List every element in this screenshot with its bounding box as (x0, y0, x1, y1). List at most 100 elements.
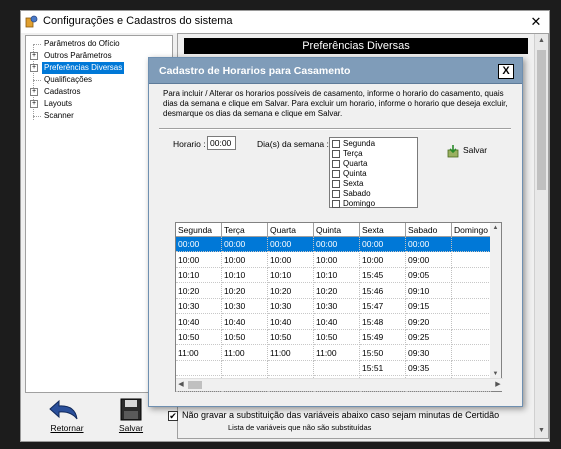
scroll-up-icon[interactable]: ▲ (535, 34, 548, 48)
checkbox[interactable] (332, 180, 340, 188)
checkbox[interactable] (332, 150, 340, 158)
table-cell[interactable] (452, 299, 491, 314)
table-row[interactable]: 10:20 10:20 10:20 10:20 15:46 09:10 (176, 283, 491, 299)
grid-column-header[interactable]: Sabado (406, 223, 452, 237)
table-cell[interactable]: 00:00 (222, 237, 268, 252)
table-cell[interactable]: 10:20 (314, 283, 360, 299)
grid-horizontal-scrollbar[interactable]: ◀ ▶ (176, 378, 503, 391)
table-cell[interactable]: 09:25 (406, 330, 452, 345)
table-cell[interactable]: 11:00 (176, 345, 222, 361)
table-cell[interactable]: 10:20 (268, 283, 314, 299)
table-row[interactable]: 10:40 10:40 10:40 10:40 15:48 09:20 (176, 314, 491, 330)
grid-vertical-scrollbar[interactable]: ▲ ▼ (490, 223, 501, 379)
table-row[interactable]: 00:00 00:00 00:00 00:00 00:00 00:00 (176, 237, 491, 252)
table-cell[interactable]: 10:00 (360, 252, 406, 268)
table-cell[interactable] (452, 237, 491, 252)
table-cell[interactable]: 10:30 (314, 299, 360, 314)
table-cell[interactable]: 10:50 (314, 330, 360, 345)
table-cell[interactable]: 10:40 (268, 314, 314, 330)
table-cell[interactable]: 11:00 (222, 345, 268, 361)
table-cell[interactable]: 09:05 (406, 268, 452, 283)
table-cell[interactable] (452, 252, 491, 268)
grid-column-header[interactable]: Domingo (452, 223, 491, 237)
table-cell[interactable]: 10:30 (176, 299, 222, 314)
table-cell[interactable]: 10:10 (314, 268, 360, 283)
retornar-button[interactable]: Retornar (47, 397, 87, 437)
table-cell[interactable] (452, 345, 491, 361)
table-cell[interactable]: 15:47 (360, 299, 406, 314)
table-cell[interactable]: 00:00 (360, 237, 406, 252)
table-cell[interactable]: 10:00 (314, 252, 360, 268)
table-cell[interactable]: 15:46 (360, 283, 406, 299)
horario-input[interactable]: 00:00 (207, 136, 236, 150)
table-cell[interactable]: 00:00 (268, 237, 314, 252)
grid-column-header[interactable]: Sexta (360, 223, 406, 237)
table-cell[interactable]: 10:00 (176, 252, 222, 268)
table-cell[interactable]: 15:45 (360, 268, 406, 283)
grid-column-header[interactable]: Segunda (176, 223, 222, 237)
table-row[interactable]: 10:50 10:50 10:50 10:50 15:49 09:25 (176, 330, 491, 345)
table-cell[interactable]: 15:51 (360, 361, 406, 376)
table-cell[interactable]: 10:50 (176, 330, 222, 345)
expand-icon[interactable]: + (30, 100, 38, 108)
table-cell[interactable] (268, 361, 314, 376)
table-cell[interactable] (222, 361, 268, 376)
table-row[interactable]: 10:00 10:00 10:00 10:00 10:00 09:00 (176, 252, 491, 268)
grid-column-header[interactable]: Quinta (314, 223, 360, 237)
table-cell[interactable]: 09:10 (406, 283, 452, 299)
scroll-down-icon[interactable]: ▼ (535, 424, 548, 438)
table-cell[interactable]: 10:00 (268, 252, 314, 268)
table-cell[interactable]: 09:30 (406, 345, 452, 361)
table-cell[interactable]: 15:48 (360, 314, 406, 330)
expand-icon[interactable]: + (30, 52, 38, 60)
table-row[interactable]: 11:00 11:00 11:00 11:00 15:50 09:30 (176, 345, 491, 361)
table-cell[interactable]: 15:50 (360, 345, 406, 361)
scroll-up-icon[interactable]: ▲ (490, 223, 501, 233)
table-cell[interactable]: 00:00 (176, 237, 222, 252)
table-cell[interactable]: 10:30 (222, 299, 268, 314)
panel-scrollbar[interactable]: ▲ ▼ (534, 34, 548, 438)
grid-column-header[interactable]: Quarta (268, 223, 314, 237)
table-cell[interactable] (452, 330, 491, 345)
window-close-button[interactable]: ✕ (527, 13, 545, 31)
table-cell[interactable] (176, 361, 222, 376)
salvar-button[interactable]: Salvar (111, 397, 151, 437)
checkbox[interactable] (332, 160, 340, 168)
checkmark-icon[interactable]: ✔ (168, 411, 178, 421)
table-cell[interactable]: 10:50 (222, 330, 268, 345)
checkbox[interactable] (332, 190, 340, 198)
table-cell[interactable]: 10:10 (268, 268, 314, 283)
table-row[interactable]: 10:30 10:30 10:30 10:30 15:47 09:15 (176, 299, 491, 314)
table-cell[interactable] (452, 268, 491, 283)
expand-icon[interactable]: + (30, 64, 38, 72)
table-cell[interactable]: 10:50 (268, 330, 314, 345)
table-cell[interactable]: 10:10 (176, 268, 222, 283)
table-cell[interactable]: 09:20 (406, 314, 452, 330)
checkbox[interactable] (332, 140, 340, 148)
table-row[interactable]: 10:10 10:10 10:10 10:10 15:45 09:05 (176, 268, 491, 283)
table-cell[interactable]: 10:40 (314, 314, 360, 330)
table-cell[interactable] (452, 361, 491, 376)
grid-column-header[interactable]: Terça (222, 223, 268, 237)
table-cell[interactable]: 00:00 (314, 237, 360, 252)
checkbox[interactable] (332, 170, 340, 178)
scroll-thumb[interactable] (188, 381, 202, 389)
table-cell[interactable]: 00:00 (406, 237, 452, 252)
dialog-save-button[interactable]: Salvar (447, 144, 493, 158)
table-cell[interactable] (452, 283, 491, 299)
scroll-right-icon[interactable]: ▶ (493, 379, 503, 391)
table-cell[interactable]: 10:10 (222, 268, 268, 283)
table-cell[interactable]: 11:00 (314, 345, 360, 361)
table-cell[interactable]: 10:40 (222, 314, 268, 330)
table-cell[interactable]: 09:15 (406, 299, 452, 314)
table-cell[interactable]: 10:40 (176, 314, 222, 330)
scroll-thumb[interactable] (537, 50, 546, 190)
scroll-left-icon[interactable]: ◀ (176, 379, 186, 391)
table-cell[interactable] (452, 314, 491, 330)
table-cell[interactable]: 11:00 (268, 345, 314, 361)
table-cell[interactable] (314, 361, 360, 376)
table-cell[interactable]: 10:30 (268, 299, 314, 314)
table-cell[interactable]: 10:20 (222, 283, 268, 299)
table-row[interactable]: 15:51 09:35 (176, 361, 491, 376)
expand-icon[interactable]: + (30, 88, 38, 96)
